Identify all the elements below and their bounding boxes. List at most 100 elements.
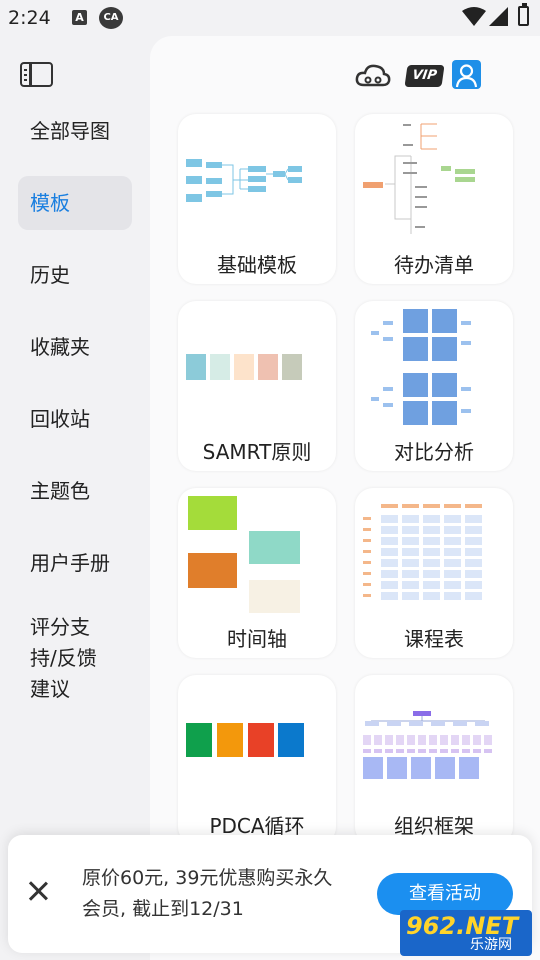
schedule-cell	[381, 537, 398, 545]
sidebar-item-label: 回收站	[30, 406, 90, 431]
org-level3-node	[429, 749, 437, 753]
schedule-cell	[381, 559, 398, 567]
schedule-cell	[465, 592, 482, 600]
schedule-cell	[465, 548, 482, 556]
schedule-cell	[402, 537, 419, 545]
org-level2-node	[484, 735, 492, 745]
sidebar-item-label: 全部导图	[30, 118, 110, 143]
promo-text: 原价60元, 39元优惠购买永久会员, 截止到12/31	[82, 867, 333, 920]
schedule-cell	[423, 515, 440, 523]
schedule-cell	[444, 504, 461, 508]
sidebar-item-history[interactable]: 历史	[18, 248, 132, 302]
sidebar-item-label: 主题色	[30, 478, 90, 503]
sidebar-item-label: 收藏夹	[30, 334, 90, 359]
schedule-cell	[444, 526, 461, 534]
user-account-icon[interactable]	[452, 60, 481, 89]
notification-ca-icon: CA	[99, 7, 123, 29]
site-watermark-logo: 962.NET 乐游网	[400, 910, 532, 956]
schedule-row-header	[363, 583, 371, 586]
template-card-basic[interactable]: 基础模板	[178, 114, 336, 284]
org-level2-node	[363, 735, 371, 745]
schedule-cell	[402, 548, 419, 556]
template-card-label: SAMRT原则	[202, 440, 312, 464]
status-time: 2:24	[8, 7, 51, 29]
sidebar-item-templates[interactable]: 模板	[18, 176, 132, 230]
schedule-cell	[444, 548, 461, 556]
org-level1-node	[431, 721, 445, 726]
schedule-cell	[465, 537, 482, 545]
schedule-table-preview	[363, 504, 482, 600]
vip-badge[interactable]: VIP	[404, 65, 445, 87]
template-card-schedule[interactable]: 课程表	[355, 488, 513, 658]
cloud-sync-icon[interactable]	[355, 62, 391, 88]
pdca-boxes-preview	[186, 723, 304, 757]
schedule-cell	[423, 581, 440, 589]
sidebar-item-all-maps[interactable]: 全部导图	[18, 104, 132, 158]
org-level3-node	[418, 749, 426, 753]
template-card-todo[interactable]: 待办清单	[355, 114, 513, 284]
timeline-blocks-preview	[188, 496, 300, 613]
org-level3-node	[473, 749, 481, 753]
template-card-pdca[interactable]: PDCA循环	[178, 675, 336, 845]
template-panel: VIP 基础模板 待办清单 SAMRT原则 对比分析 时间轴 课程表 PDCA循…	[150, 36, 540, 960]
org-team-block	[459, 757, 479, 779]
schedule-cell	[465, 581, 482, 589]
sidebar-item-label: 历史	[30, 262, 70, 287]
view-activity-button[interactable]: 查看活动	[377, 873, 513, 915]
schedule-cell	[465, 515, 482, 523]
schedule-cell	[423, 559, 440, 567]
compare-grid-preview	[371, 309, 471, 425]
wifi-icon	[462, 7, 486, 26]
sidebar-item-favorites[interactable]: 收藏夹	[18, 320, 132, 374]
signal-icon	[489, 7, 508, 26]
org-level2-node	[374, 735, 382, 745]
org-level3-node	[407, 749, 415, 753]
org-connector-line	[371, 716, 485, 722]
sidebar-item-theme-color[interactable]: 主题色	[18, 464, 132, 518]
sidebar-item-recycle-bin[interactable]: 回收站	[18, 392, 132, 446]
org-team-block	[435, 757, 455, 779]
schedule-row-header	[363, 539, 371, 542]
sidebar-toggle-icon[interactable]	[20, 62, 53, 87]
schedule-cell	[423, 570, 440, 578]
smart-boxes-preview	[186, 354, 302, 380]
schedule-cell	[381, 592, 398, 600]
schedule-cell	[381, 515, 398, 523]
org-level2-node	[451, 735, 459, 745]
schedule-cell	[402, 592, 419, 600]
schedule-cell	[381, 548, 398, 556]
template-card-label: 待办清单	[394, 253, 474, 277]
header-actions: VIP	[340, 60, 540, 92]
org-level1-node	[409, 721, 423, 726]
org-team-block	[387, 757, 407, 779]
org-level3-node	[385, 749, 393, 753]
org-level2-node	[473, 735, 481, 745]
schedule-cell	[402, 526, 419, 534]
todo-tree-preview	[363, 123, 475, 234]
org-level1-node	[365, 721, 379, 726]
org-chart-preview	[363, 711, 492, 779]
schedule-cell	[381, 581, 398, 589]
schedule-cell	[465, 570, 482, 578]
schedule-cell	[444, 537, 461, 545]
template-card-org[interactable]: 组织框架	[355, 675, 513, 845]
close-icon[interactable]	[28, 881, 48, 901]
org-level3-node	[396, 749, 404, 753]
org-level3-node	[363, 749, 371, 753]
template-card-timeline[interactable]: 时间轴	[178, 488, 336, 658]
org-team-block	[411, 757, 431, 779]
template-card-compare[interactable]: 对比分析	[355, 301, 513, 471]
template-card-smart[interactable]: SAMRT原则	[178, 301, 336, 471]
org-level1-node	[475, 721, 489, 726]
org-level1-node	[387, 721, 401, 726]
org-level2-node	[462, 735, 470, 745]
sidebar-item-user-manual[interactable]: 用户手册	[18, 536, 132, 590]
schedule-cell	[381, 570, 398, 578]
schedule-row-header	[363, 528, 371, 531]
status-bar: 2:24 A CA	[0, 0, 540, 36]
sidebar-item-label: 用户手册	[30, 550, 110, 575]
schedule-cell	[402, 559, 419, 567]
org-level2-node	[396, 735, 404, 745]
org-root-node	[413, 711, 431, 716]
sidebar-item-feedback[interactable]: 评分支 持/反馈 建议	[18, 612, 132, 712]
